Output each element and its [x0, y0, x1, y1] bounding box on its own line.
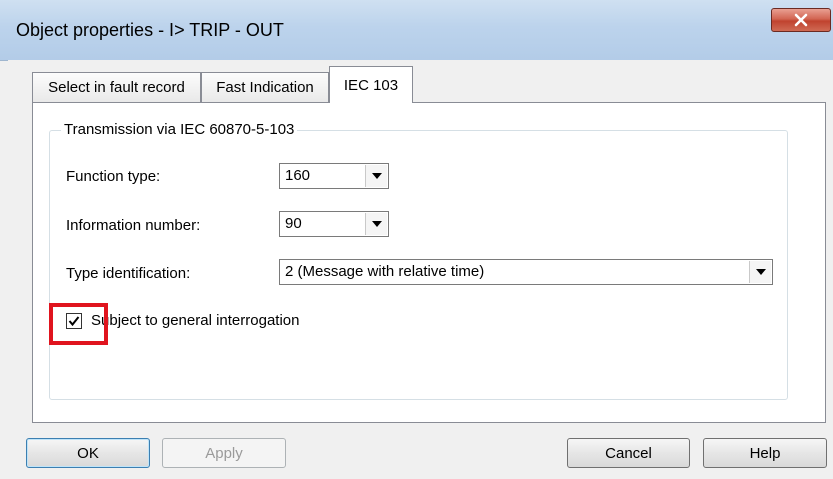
type-identification-dropdown[interactable]: 2 (Message with relative time): [279, 259, 773, 285]
function-type-label: Function type:: [66, 168, 161, 185]
dropdown-arrow[interactable]: [365, 165, 387, 187]
tab-label: IEC 103: [343, 76, 399, 94]
dropdown-arrow[interactable]: [749, 261, 771, 283]
dropdown-arrow[interactable]: [365, 213, 387, 235]
ok-button[interactable]: OK: [26, 438, 150, 468]
information-number-dropdown[interactable]: 90: [279, 211, 389, 237]
type-identification-label: Type identification:: [66, 265, 191, 282]
chevron-down-icon: [371, 173, 382, 179]
close-button[interactable]: [771, 8, 831, 32]
general-interrogation-label[interactable]: Subject to general interrogation: [91, 312, 299, 329]
function-type-dropdown[interactable]: 160: [279, 163, 389, 189]
type-identification-value: 2 (Message with relative time): [285, 263, 485, 280]
title-bar[interactable]: Object properties - I> TRIP - OUT: [0, 0, 833, 61]
help-button[interactable]: Help: [703, 438, 827, 468]
apply-button[interactable]: Apply: [162, 438, 286, 468]
tab-label: Select in fault record: [48, 79, 185, 96]
close-icon: [794, 13, 808, 27]
groupbox-title: Transmission via IEC 60870-5-103: [61, 121, 298, 138]
object-properties-dialog: Object properties - I> TRIP - OUT Select…: [0, 0, 833, 479]
tab-iec-103[interactable]: IEC 103: [329, 66, 413, 103]
function-type-value: 160: [285, 167, 311, 184]
chevron-down-icon: [371, 221, 382, 227]
tab-fast-indication[interactable]: Fast Indication: [201, 72, 329, 102]
cancel-button[interactable]: Cancel: [567, 438, 690, 468]
tab-select-in-fault-record[interactable]: Select in fault record: [32, 72, 201, 102]
red-highlight-box: [49, 303, 108, 345]
information-number-label: Information number:: [66, 217, 201, 234]
information-number-value: 90: [285, 215, 302, 232]
tab-label: Fast Indication: [216, 79, 314, 96]
window-title: Object properties - I> TRIP - OUT: [16, 20, 284, 40]
chevron-down-icon: [755, 269, 766, 275]
